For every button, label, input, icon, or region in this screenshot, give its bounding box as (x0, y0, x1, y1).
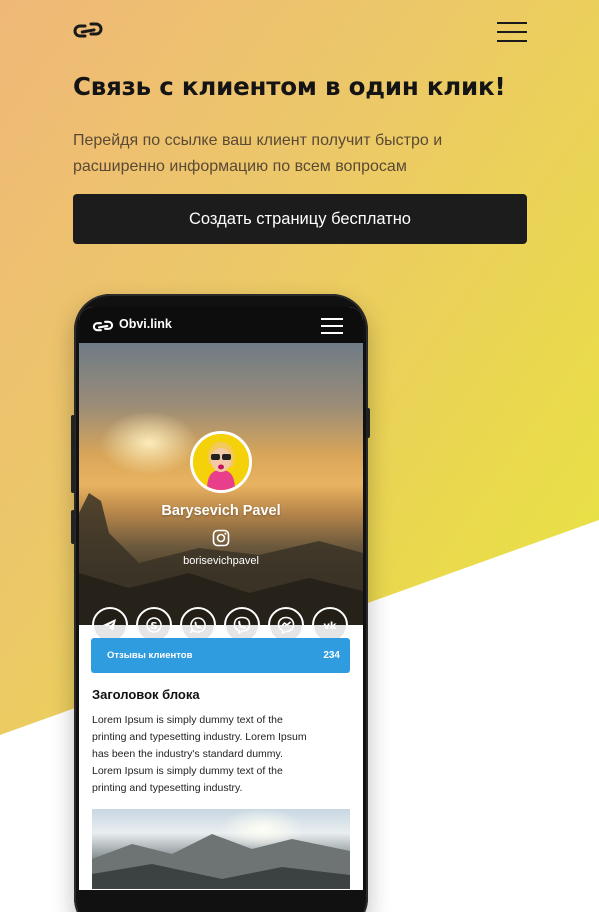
profile-cover-photo: Barysevich Pavel borisevichpavel S vk (79, 343, 363, 643)
hamburger-icon[interactable] (497, 20, 527, 42)
avatar[interactable] (190, 431, 252, 493)
block-title: Заголовок блока (92, 687, 200, 702)
block-image (92, 809, 350, 889)
hamburger-icon[interactable] (321, 318, 343, 334)
link-icon[interactable] (92, 319, 114, 333)
svg-text:vk: vk (323, 621, 337, 632)
block-text-line: Lorem Ipsum is simply dummy text of the (92, 765, 283, 777)
app-topbar: Obvi.link (79, 307, 363, 343)
hero-subtitle: Перейдя по ссылке ваш клиент получит быс… (73, 128, 503, 180)
hero-subtitle-line: Перейдя по ссылке ваш клиент получит быс… (73, 132, 443, 149)
phone-side-button (71, 510, 75, 544)
block-text: Lorem Ipsum is simply dummy text of the … (92, 712, 342, 797)
phone-side-button (71, 415, 75, 493)
block-text-line: has been the industry's standard dummy. (92, 748, 283, 760)
create-page-button[interactable]: Создать страницу бесплатно (73, 194, 527, 244)
link-icon[interactable] (73, 20, 103, 40)
reviews-label: Отзывы клиентов (107, 650, 193, 661)
reviews-count: 234 (323, 650, 340, 661)
phone-side-button (366, 408, 370, 438)
hero-subtitle-line: расширенно информацию по всем вопросам (73, 158, 407, 175)
instagram-icon[interactable] (212, 529, 230, 547)
profile-handle[interactable]: borisevichpavel (79, 555, 363, 567)
profile-name: Barysevich Pavel (161, 503, 281, 519)
site-header (73, 18, 527, 44)
svg-text:S: S (150, 621, 157, 632)
reviews-button[interactable]: Отзывы клиентов 234 (91, 638, 350, 673)
block-text-line: printing and typesetting industry. Lorem… (92, 731, 307, 743)
app-brand: Obvi.link (119, 317, 172, 331)
avatar-illustration (193, 434, 249, 490)
block-text-line: printing and typesetting industry. (92, 782, 243, 794)
phone-screen: Obvi.link Barysevich Pavel borisevichpav… (79, 307, 363, 912)
block-text-line: Lorem Ipsum is simply dummy text of the (92, 714, 283, 726)
hero-title: Связь с клиентом в один клик! (73, 72, 506, 101)
mountain-landscape (92, 834, 350, 889)
phone-bezel-bottom (79, 890, 363, 912)
